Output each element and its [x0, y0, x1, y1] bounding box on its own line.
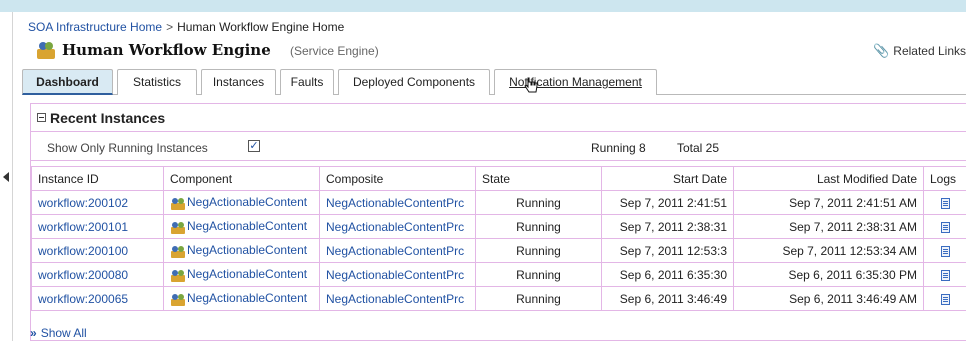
- column-header-component[interactable]: Component: [163, 166, 320, 191]
- composite-link[interactable]: NegActionableContentPrc: [326, 244, 464, 258]
- table-row: workflow:200065 NegActionableContent Neg…: [31, 286, 966, 311]
- component-name[interactable]: NegActionableContent: [187, 243, 307, 257]
- instances-table: Instance ID Component Composite State St…: [31, 166, 966, 311]
- component-people-icon: [171, 221, 185, 234]
- breadcrumb: SOA Infrastructure Home > Human Workflow E…: [28, 20, 344, 34]
- state-cell: Running: [475, 190, 602, 215]
- component-link[interactable]: NegActionableContent: [170, 267, 307, 282]
- title-row: Human Workflow Engine (Service Engine) 📎…: [28, 38, 966, 62]
- total-count: Total 25: [677, 141, 720, 155]
- show-all-link[interactable]: » Show All: [30, 326, 87, 340]
- component-link[interactable]: NegActionableContent: [170, 243, 307, 258]
- column-header-instance-id[interactable]: Instance ID: [31, 166, 164, 191]
- log-document-icon[interactable]: [941, 221, 950, 233]
- component-people-icon: [171, 293, 185, 306]
- instance-id-link[interactable]: workflow:200080: [38, 268, 128, 282]
- last-modified-cell: Sep 7, 2011 2:38:31 AM: [733, 214, 924, 239]
- collapse-left-icon[interactable]: [3, 172, 9, 182]
- composite-link[interactable]: NegActionableContentPrc: [326, 220, 464, 234]
- tab-instances[interactable]: Instances: [201, 69, 276, 95]
- component-people-icon: [171, 197, 185, 210]
- component-people-icon: [171, 245, 185, 258]
- column-header-composite[interactable]: Composite: [319, 166, 476, 191]
- composite-link[interactable]: NegActionableContentPrc: [326, 292, 464, 306]
- tab-notification-management[interactable]: Notification Management: [494, 69, 657, 95]
- column-header-last-modified[interactable]: Last Modified Date: [733, 166, 924, 191]
- instance-id-link[interactable]: workflow:200101: [38, 220, 128, 234]
- log-document-icon[interactable]: [941, 269, 950, 281]
- composite-link[interactable]: NegActionableContentPrc: [326, 268, 464, 282]
- top-band: [0, 0, 966, 12]
- start-date-cell: Sep 7, 2011 2:41:51: [601, 190, 734, 215]
- related-links[interactable]: 📎 Related Links: [873, 43, 966, 59]
- filter-row: Show Only Running Instances ✓ Running 8 …: [31, 133, 966, 161]
- state-cell: Running: [475, 238, 602, 263]
- table-row: workflow:200100 NegActionableContent Neg…: [31, 238, 966, 263]
- double-chevron-icon: »: [30, 326, 37, 340]
- component-link[interactable]: NegActionableContent: [170, 291, 307, 306]
- state-cell: Running: [475, 214, 602, 239]
- table-row: workflow:200101 NegActionableContent Neg…: [31, 214, 966, 239]
- instance-id-link[interactable]: workflow:200065: [38, 292, 128, 306]
- instance-id-link[interactable]: workflow:200100: [38, 244, 128, 258]
- page-subtitle: (Service Engine): [290, 44, 379, 58]
- running-filter-checkbox[interactable]: ✓: [248, 140, 260, 152]
- recent-instances-panel: Recent Instances Show Only Running Insta…: [30, 103, 966, 341]
- component-people-icon: [171, 269, 185, 282]
- paperclip-icon: 📎: [873, 43, 890, 58]
- breadcrumb-home-link[interactable]: SOA Infrastructure Home: [28, 20, 162, 34]
- table-row: workflow:200102 NegActionableContent Neg…: [31, 190, 966, 215]
- component-link[interactable]: NegActionableContent: [170, 195, 307, 210]
- start-date-cell: Sep 7, 2011 2:38:31: [601, 214, 734, 239]
- composite-link[interactable]: NegActionableContentPrc: [326, 196, 464, 210]
- start-date-cell: Sep 7, 2011 12:53:3: [601, 238, 734, 263]
- component-name[interactable]: NegActionableContent: [187, 291, 307, 305]
- recent-instances-header[interactable]: Recent Instances: [31, 104, 966, 132]
- hand-cursor-icon: [524, 77, 538, 93]
- instance-id-link[interactable]: workflow:200102: [38, 196, 128, 210]
- recent-instances-title: Recent Instances: [50, 110, 166, 126]
- column-header-start-date[interactable]: Start Date: [601, 166, 734, 191]
- tab-bar: Dashboard Statistics Instances Faults De…: [22, 67, 966, 95]
- state-cell: Running: [475, 262, 602, 287]
- collapse-box-icon[interactable]: [37, 113, 46, 122]
- log-document-icon[interactable]: [941, 293, 950, 305]
- breadcrumb-current: Human Workflow Engine Home: [177, 20, 345, 34]
- tab-dashboard[interactable]: Dashboard: [22, 69, 113, 95]
- related-links-label[interactable]: Related Links: [893, 44, 966, 58]
- people-engine-icon: [37, 42, 55, 59]
- running-filter-label: Show Only Running Instances: [47, 141, 208, 155]
- column-header-state[interactable]: State: [475, 166, 602, 191]
- table-header-row: Instance ID Component Composite State St…: [31, 166, 966, 191]
- log-document-icon[interactable]: [941, 245, 950, 257]
- state-cell: Running: [475, 286, 602, 311]
- breadcrumb-separator: >: [166, 20, 174, 34]
- component-name[interactable]: NegActionableContent: [187, 195, 307, 209]
- page-title: Human Workflow Engine: [62, 41, 271, 59]
- component-link[interactable]: NegActionableContent: [170, 219, 307, 234]
- table-row: workflow:200080 NegActionableContent Neg…: [31, 262, 966, 287]
- show-all-label[interactable]: Show All: [41, 326, 87, 340]
- start-date-cell: Sep 6, 2011 6:35:30: [601, 262, 734, 287]
- last-modified-cell: Sep 7, 2011 2:41:51 AM: [733, 190, 924, 215]
- tab-deployed-components[interactable]: Deployed Components: [338, 69, 490, 95]
- tab-faults[interactable]: Faults: [280, 69, 334, 95]
- tab-statistics[interactable]: Statistics: [117, 69, 197, 95]
- start-date-cell: Sep 6, 2011 3:46:49: [601, 286, 734, 311]
- log-document-icon[interactable]: [941, 197, 950, 209]
- running-count: Running 8: [591, 141, 646, 155]
- component-name[interactable]: NegActionableContent: [187, 267, 307, 281]
- last-modified-cell: Sep 7, 2011 12:53:34 AM: [733, 238, 924, 263]
- last-modified-cell: Sep 6, 2011 6:35:30 PM: [733, 262, 924, 287]
- column-header-logs[interactable]: Logs: [923, 166, 966, 191]
- last-modified-cell: Sep 6, 2011 3:46:49 AM: [733, 286, 924, 311]
- component-name[interactable]: NegActionableContent: [187, 219, 307, 233]
- left-gutter: [0, 12, 13, 341]
